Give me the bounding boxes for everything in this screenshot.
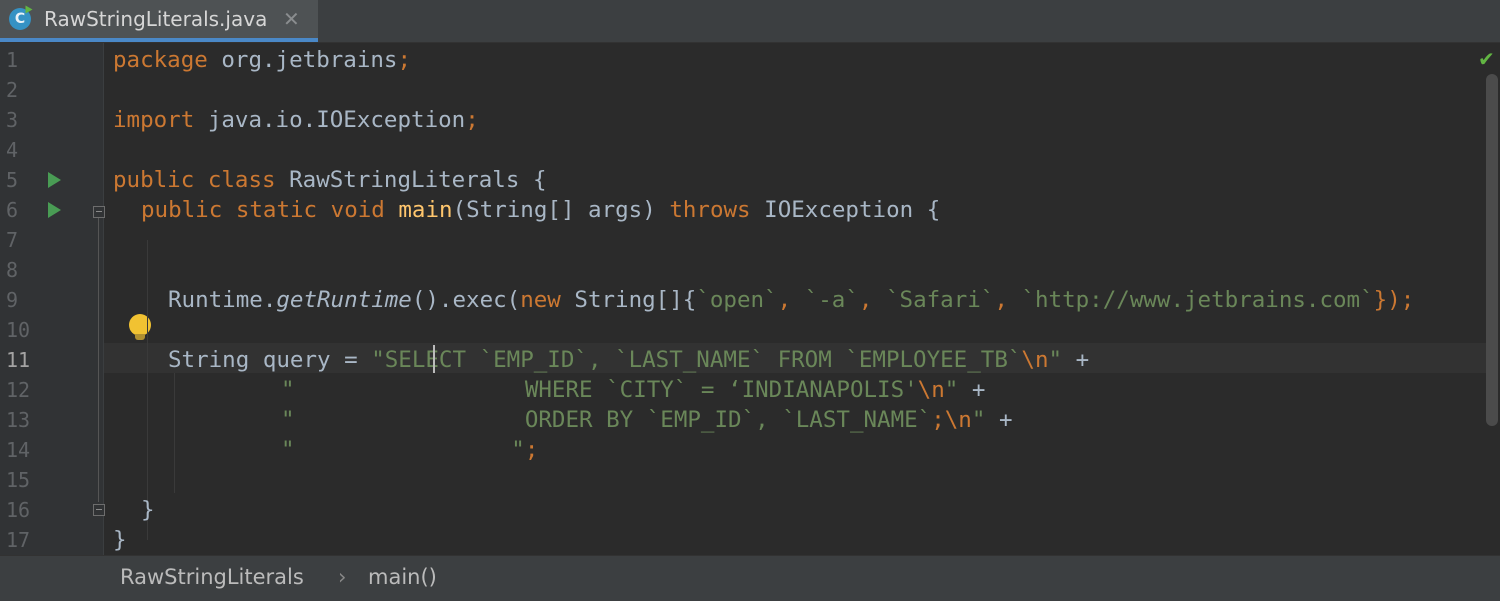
line-number: 9 [6,288,19,312]
line-number: 4 [6,138,19,162]
breadcrumb-method[interactable]: main() [368,565,437,589]
code-line-11: String query = "SELECT `EMP_ID`, `LAST_N… [168,347,1090,373]
line-number: 13 [6,408,31,432]
inspection-ok-icon[interactable]: ✔ [1478,47,1495,71]
line-number: 10 [6,318,31,342]
code-line-14: " "; [281,437,539,463]
line-number: 1 [6,48,19,72]
text-cursor [433,345,435,373]
breadcrumb: RawStringLiterals › main() [0,555,1500,601]
java-class-icon: C [9,5,33,30]
code-line-5: public class RawStringLiterals { [113,167,547,193]
code-editor[interactable]: package org.jetbrains; import java.io.IO… [104,43,1500,555]
code-line-16: } [141,497,155,523]
line-number: 2 [6,78,19,102]
code-line-1: package org.jetbrains; [113,47,412,73]
code-line-12: " WHERE `CITY` = ‘INDIANAPOLIS'\n" + [281,377,986,403]
line-number: 8 [6,258,19,282]
code-line-13: " ORDER BY `EMP_ID`, `LAST_NAME`;\n" + [281,407,1013,433]
line-number: 5 [6,168,19,192]
indent-guide [174,373,175,493]
line-number: 6 [6,198,19,222]
code-line-17: } [113,527,127,553]
breadcrumb-class[interactable]: RawStringLiterals [120,565,304,589]
run-main-icon[interactable] [48,202,61,218]
line-number-current: 11 [6,348,31,372]
close-tab-icon[interactable]: ✕ [283,7,300,31]
line-number: 3 [6,108,19,132]
line-number: 7 [6,228,19,252]
code-line-3: import java.io.IOException; [113,107,479,133]
line-number: 16 [6,498,31,522]
line-number: 15 [6,468,31,492]
fold-range-line [98,218,99,502]
code-line-9: Runtime.getRuntime().exec(new String[]{`… [168,287,1415,313]
run-class-icon[interactable] [48,172,61,188]
vertical-scrollbar[interactable] [1486,74,1498,426]
line-number: 12 [6,378,31,402]
file-tab[interactable]: C RawStringLiterals.java ✕ [0,0,318,42]
line-number: 17 [6,528,31,552]
tab-title: RawStringLiterals.java [44,7,268,31]
editor-tab-bar: C RawStringLiterals.java ✕ [0,0,1500,43]
line-number: 14 [6,438,31,462]
breadcrumb-separator: › [338,565,347,589]
code-line-6: public static void main(String[] args) t… [141,197,941,223]
